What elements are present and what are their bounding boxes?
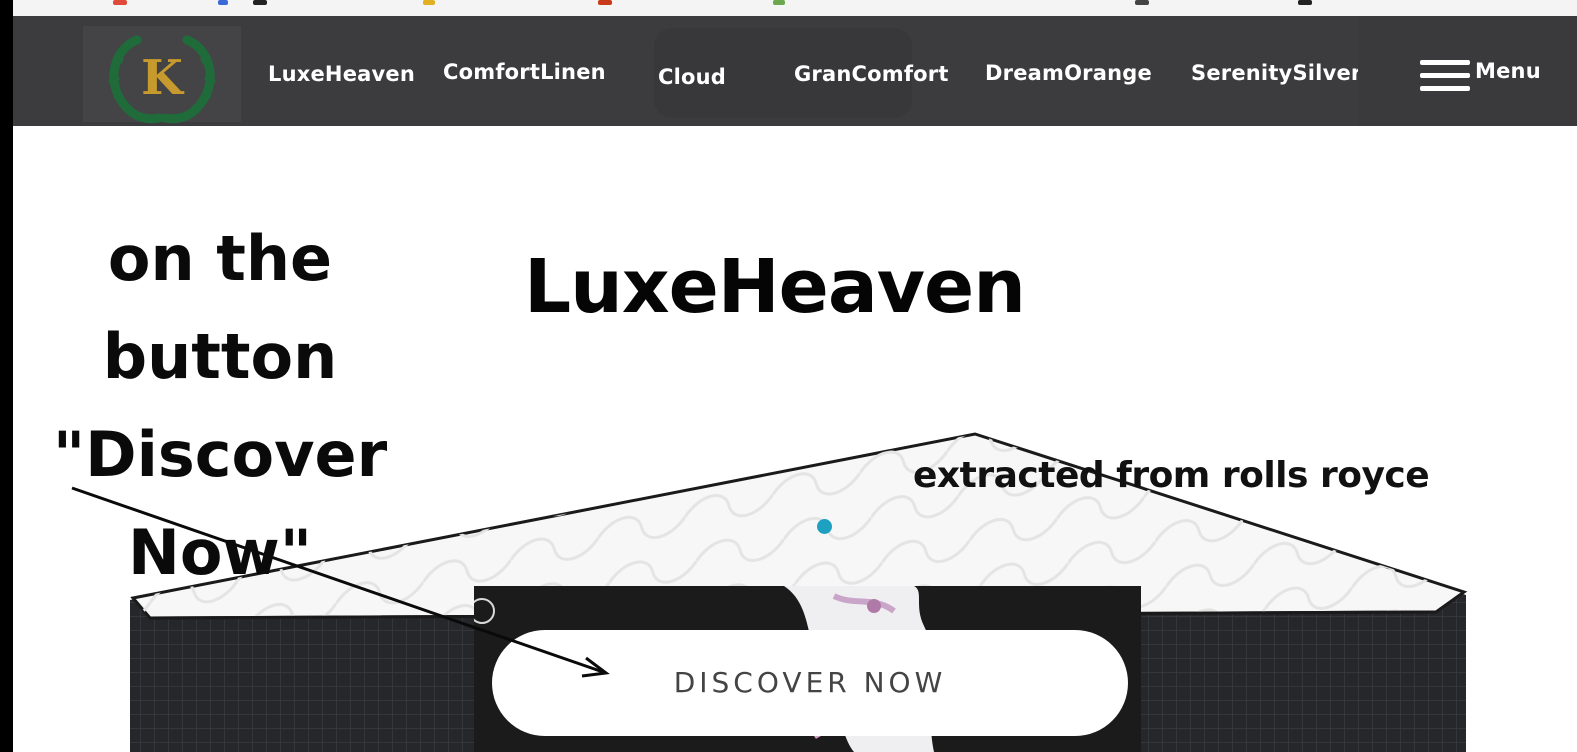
hero-title: LuxeHeaven xyxy=(524,244,1026,330)
annotation-line: "Discover xyxy=(52,418,388,491)
hero-caption: extracted from rolls royce xyxy=(913,455,1430,496)
promo-card: DISCOVER NOW xyxy=(474,586,1141,752)
annotation-line: on the xyxy=(107,222,333,295)
annotation-line: Now" xyxy=(127,516,313,589)
discover-now-button[interactable]: DISCOVER NOW xyxy=(492,630,1128,736)
annotation-line: button xyxy=(102,320,338,393)
carousel-indicator-dot[interactable] xyxy=(817,519,832,534)
annotation-instruction: on the button "Discover Now" xyxy=(20,210,420,602)
promo-ring-icon xyxy=(474,598,495,624)
